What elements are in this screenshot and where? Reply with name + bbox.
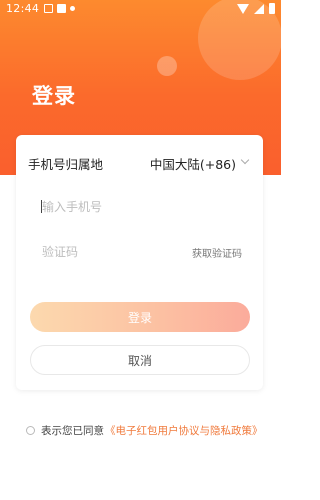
chevron-down-icon[interactable] [240, 155, 250, 165]
agreement-text: 表示您已同意 [41, 425, 104, 437]
verification-code-input[interactable] [28, 242, 172, 262]
image-notification-icon [44, 4, 53, 13]
region-selector[interactable]: 手机号归属地 中国大陆(+86) [28, 154, 250, 174]
agreement-link[interactable]: 《电子红包用户协议与隐私政策》 [105, 423, 263, 438]
region-label: 手机号归属地 [28, 157, 104, 172]
battery-icon [269, 3, 275, 14]
text-cursor [41, 200, 42, 213]
notification-icons [44, 4, 75, 13]
phone-row [28, 197, 248, 217]
get-code-button[interactable]: 获取验证码 [192, 245, 242, 260]
status-time: 12:44 [6, 2, 40, 15]
page-title: 登录 [32, 84, 76, 108]
decorative-dot [157, 56, 177, 76]
signal-icon [254, 4, 264, 14]
app-notification-icon [57, 4, 66, 13]
code-row: 获取验证码 [28, 242, 248, 262]
dot-notification-icon [70, 6, 75, 11]
agreement-row: 表示您已同意 《电子红包用户协议与隐私政策》 [26, 423, 263, 438]
status-bar: 12:44 [0, 0, 281, 18]
system-icons [237, 3, 275, 14]
wifi-icon [237, 4, 249, 14]
phone-input[interactable] [28, 197, 242, 217]
agreement-checkbox[interactable] [26, 426, 35, 435]
login-button[interactable]: 登录 [30, 302, 250, 332]
cancel-button[interactable]: 取消 [30, 345, 250, 375]
region-value[interactable]: 中国大陆(+86) [150, 154, 236, 173]
